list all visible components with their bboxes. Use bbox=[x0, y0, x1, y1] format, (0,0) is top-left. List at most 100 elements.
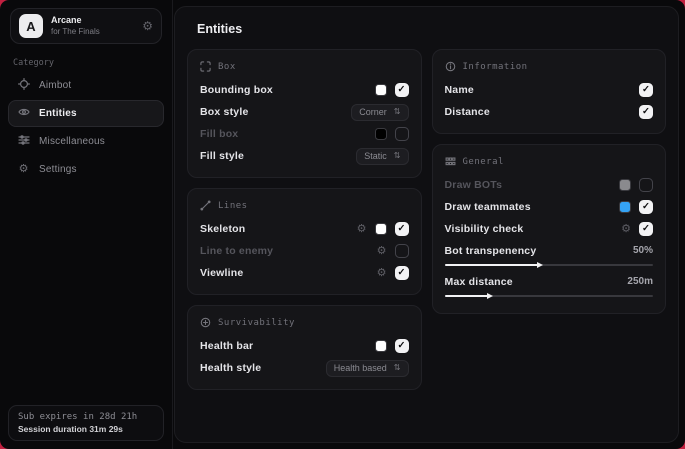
setting-row: Draw BOTs bbox=[445, 174, 654, 196]
setting-label: Box style bbox=[200, 106, 249, 118]
dropdown-value: Corner bbox=[359, 107, 387, 117]
setting-label: Bot transpenency bbox=[445, 245, 537, 257]
checkbox[interactable] bbox=[395, 244, 409, 258]
checkbox[interactable]: ✓ bbox=[395, 222, 409, 236]
setting-label: Name bbox=[445, 84, 474, 96]
setting-label: Skeleton bbox=[200, 223, 245, 235]
sidebar-item-settings[interactable]: ⚙Settings bbox=[8, 156, 164, 183]
unfold-icon: ⇅ bbox=[394, 364, 401, 372]
dropdown-select[interactable]: Corner⇅ bbox=[351, 104, 408, 121]
info-icon bbox=[445, 61, 456, 72]
page-title: Entities bbox=[197, 22, 666, 36]
gear-icon[interactable]: ⚙ bbox=[377, 246, 387, 257]
gear-icon[interactable]: ⚙ bbox=[377, 268, 387, 279]
setting-label: Fill style bbox=[200, 150, 244, 162]
color-swatch[interactable] bbox=[375, 223, 387, 235]
card-title: Information bbox=[463, 62, 528, 72]
setting-label: Bounding box bbox=[200, 84, 273, 96]
card-title: Box bbox=[218, 62, 236, 72]
card-header: Survivability bbox=[200, 317, 409, 328]
setting-row: Health style Health based ⇅ bbox=[200, 357, 409, 379]
dropdown-value: Static bbox=[364, 151, 387, 161]
checkmark-icon: ✓ bbox=[398, 224, 406, 234]
sidebar-item-aimbot[interactable]: Aimbot bbox=[8, 72, 164, 99]
setting-row: Skeleton ⚙ ✓ bbox=[200, 218, 409, 240]
color-swatch[interactable] bbox=[619, 201, 631, 213]
dropdown-value: Health based bbox=[334, 363, 387, 373]
slider-track[interactable] bbox=[445, 264, 654, 266]
card-lines: Lines Skeleton ⚙ ✓ Line to enemy ⚙ Viewline ⚙ ✓ bbox=[187, 188, 422, 295]
color-swatch[interactable] bbox=[375, 340, 387, 352]
setting-label: Visibility check bbox=[445, 223, 524, 235]
card-survivability: SurvivabilityHealth bar✓Health styleHeal… bbox=[187, 305, 422, 390]
slider-thumb[interactable] bbox=[487, 293, 493, 299]
subscription-status-card: Sub expires in 28d 21h Session duration … bbox=[8, 405, 164, 441]
checkmark-icon: ✓ bbox=[398, 341, 406, 351]
sidebar-nav: Aimbot Entities Miscellaneous ⚙Settings bbox=[0, 72, 172, 183]
checkbox[interactable]: ✓ bbox=[639, 222, 653, 236]
brand-text: Arcane for The Finals bbox=[51, 15, 134, 36]
slider-fill bbox=[445, 295, 489, 297]
checkmark-icon: ✓ bbox=[642, 107, 650, 117]
card-title: Lines bbox=[218, 201, 248, 211]
sidebar-item-miscellaneous[interactable]: Miscellaneous bbox=[8, 128, 164, 155]
setting-label: Fill box bbox=[200, 128, 238, 140]
checkbox[interactable]: ✓ bbox=[639, 83, 653, 97]
sidebar-item-label: Aimbot bbox=[39, 80, 71, 91]
setting-label: Distance bbox=[445, 106, 490, 118]
setting-label: Health style bbox=[200, 362, 261, 374]
setting-row: Fill style Static⇅ bbox=[200, 145, 409, 167]
sliders-icon bbox=[18, 134, 30, 149]
checkbox[interactable] bbox=[639, 178, 653, 192]
checkbox[interactable]: ✓ bbox=[395, 83, 409, 97]
slider-track[interactable] bbox=[445, 295, 654, 297]
checkbox[interactable]: ✓ bbox=[639, 200, 653, 214]
setting-label: Line to enemy bbox=[200, 245, 273, 257]
slider-row: Max distance250m bbox=[445, 272, 654, 297]
color-swatch[interactable] bbox=[375, 128, 387, 140]
setting-row: Viewline ⚙ ✓ bbox=[200, 262, 409, 284]
setting-label: Health bar bbox=[200, 340, 253, 352]
app-window: A Arcane for The Finals ⚙ Category Aimbo… bbox=[0, 0, 685, 449]
sidebar-item-entities[interactable]: Entities bbox=[8, 100, 164, 127]
color-swatch[interactable] bbox=[619, 179, 631, 191]
gear-icon[interactable]: ⚙ bbox=[142, 20, 153, 32]
setting-row: Draw teammates✓ bbox=[445, 196, 654, 218]
crosshair-icon bbox=[18, 78, 30, 93]
card-title: General bbox=[463, 157, 504, 167]
gear-icon[interactable]: ⚙ bbox=[357, 224, 367, 235]
checkbox[interactable]: ✓ bbox=[639, 105, 653, 119]
setting-row: Line to enemy ⚙ bbox=[200, 240, 409, 262]
checkbox[interactable] bbox=[395, 127, 409, 141]
main-panel: Entities Box Bounding box ✓ Box style Corner… bbox=[174, 6, 679, 443]
slider-value: 50% bbox=[633, 245, 653, 256]
column-right: Information Name ✓ Distance ✓ General Draw BOT… bbox=[432, 49, 667, 314]
sidebar: A Arcane for The Finals ⚙ Category Aimbo… bbox=[0, 0, 173, 449]
checkbox[interactable]: ✓ bbox=[395, 266, 409, 280]
slider-thumb[interactable] bbox=[537, 262, 543, 268]
card-title: Survivability bbox=[218, 318, 295, 328]
box-icon bbox=[200, 61, 211, 72]
setting-label: Viewline bbox=[200, 267, 243, 279]
checkmark-icon: ✓ bbox=[642, 202, 650, 212]
session-duration-text: Session duration 31m 29s bbox=[18, 424, 154, 434]
setting-row: Distance ✓ bbox=[445, 101, 654, 123]
card-general: GeneralDraw BOTsDraw teammates✓Visibilit… bbox=[432, 144, 667, 314]
checkmark-icon: ✓ bbox=[398, 268, 406, 278]
slider-row: Bot transpenency 50% bbox=[445, 241, 654, 266]
checkmark-icon: ✓ bbox=[642, 224, 650, 234]
sub-expires-text: Sub expires in 28d 21h bbox=[18, 412, 154, 422]
dropdown-select[interactable]: Health based ⇅ bbox=[326, 360, 409, 377]
checkbox[interactable]: ✓ bbox=[395, 339, 409, 353]
sidebar-item-label: Entities bbox=[39, 108, 77, 119]
grid-icon bbox=[445, 156, 456, 167]
gear-icon: ⚙ bbox=[19, 164, 29, 175]
card-header: Box bbox=[200, 61, 409, 72]
card-box: Box Bounding box ✓ Box style Corner⇅ Fill box… bbox=[187, 49, 422, 178]
setting-row: Visibility check ⚙ ✓ bbox=[445, 218, 654, 240]
setting-row: Bounding box ✓ bbox=[200, 79, 409, 101]
sidebar-item-label: Miscellaneous bbox=[39, 136, 105, 147]
color-swatch[interactable] bbox=[375, 84, 387, 96]
dropdown-select[interactable]: Static⇅ bbox=[356, 148, 408, 165]
gear-icon[interactable]: ⚙ bbox=[621, 224, 631, 235]
